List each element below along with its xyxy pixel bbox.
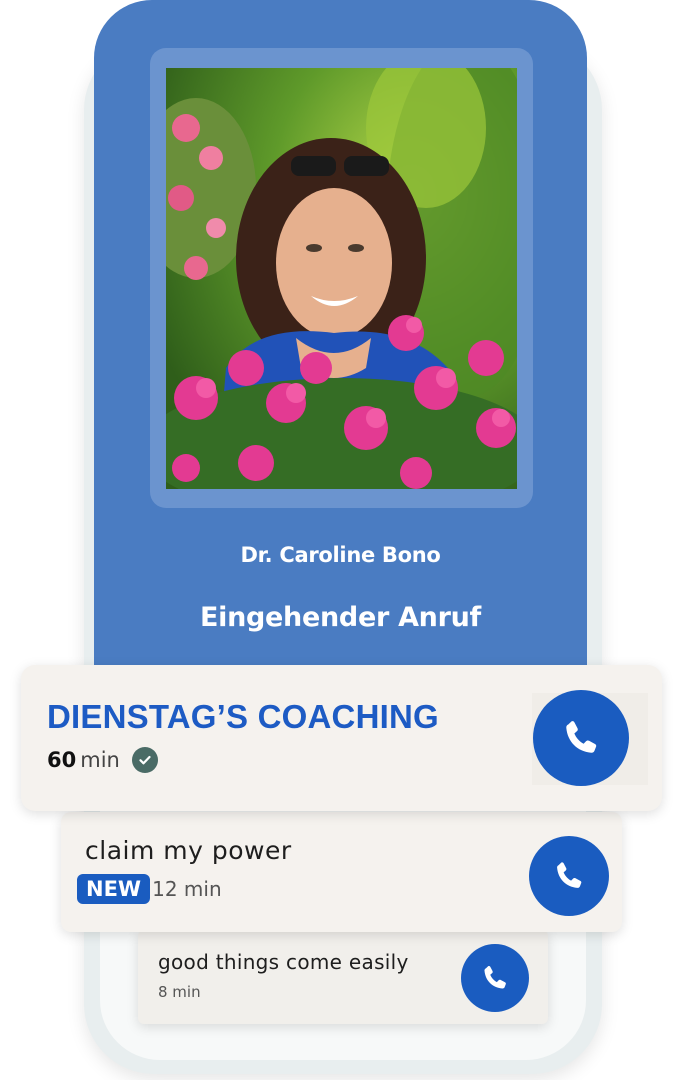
session-card-good-things[interactable]: good things come easily 8 min xyxy=(138,930,548,1024)
session-duration: 8 min xyxy=(158,983,201,1001)
session-meta: NEW 12 min xyxy=(77,874,222,904)
session-meta: 60 min xyxy=(47,747,158,773)
call-button[interactable] xyxy=(461,944,529,1012)
session-duration-unit: min xyxy=(80,748,120,772)
check-circle-icon xyxy=(131,747,158,773)
caller-name: Dr. Caroline Bono xyxy=(240,543,441,567)
call-status: Eingehender Anruf xyxy=(200,602,481,633)
phone-icon xyxy=(557,862,582,888)
session-title: claim my power xyxy=(85,836,292,865)
call-button[interactable] xyxy=(533,690,629,786)
session-duration: 60 xyxy=(47,748,77,772)
session-duration: 12 min xyxy=(152,877,222,901)
new-badge: NEW xyxy=(77,874,151,904)
session-card-claim-my-power[interactable]: claim my power NEW 12 min xyxy=(61,812,622,932)
phone-icon xyxy=(566,721,597,753)
session-title: DIENSTAG’S COACHING xyxy=(47,698,439,735)
session-title: good things come easily xyxy=(158,950,409,974)
phone-icon xyxy=(484,965,506,989)
caller-photo xyxy=(166,68,517,489)
session-card-dienstags-coaching[interactable]: DIENSTAG’S COACHING 60 min xyxy=(21,665,662,811)
call-button[interactable] xyxy=(529,836,609,916)
